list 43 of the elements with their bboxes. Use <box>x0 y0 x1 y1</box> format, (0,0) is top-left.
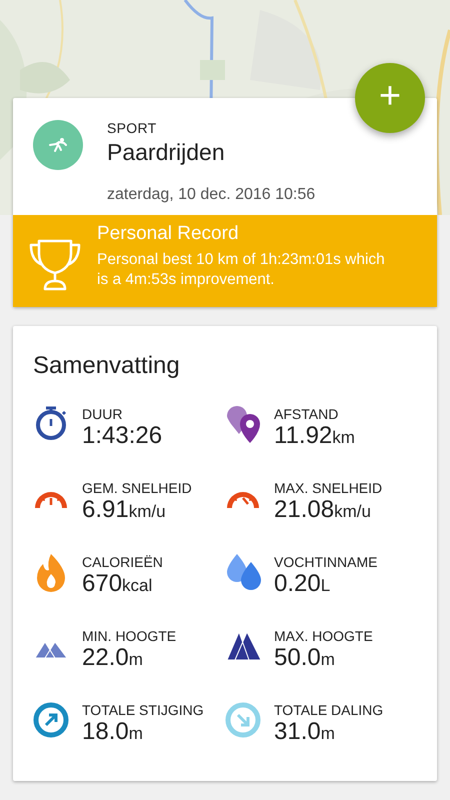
stat-value: 11.92 <box>274 422 332 450</box>
summary-title: Samenvatting <box>33 351 181 381</box>
record-description: Personal best 10 km of 1h:23m:01s which is a 4m:53s improvement. <box>97 250 386 290</box>
stat-unit: m <box>320 724 335 744</box>
stat-unit: m <box>128 724 143 744</box>
activity-date: zaterdag, 10 dec. 2016 10:56 <box>107 184 316 205</box>
stat-value: 50.0 <box>274 644 321 672</box>
stat-value: 670 <box>82 570 122 598</box>
stat-label: VOCHTINNAME <box>274 554 378 571</box>
arrow-circle-icon <box>33 700 71 740</box>
stat-value: 0.20 <box>274 570 321 598</box>
stat-label: MAX. SNELHEID <box>274 480 382 497</box>
stat-unit: m <box>128 650 143 670</box>
stat-unit: km/u <box>334 502 371 522</box>
trophy-icon <box>29 237 81 293</box>
stat-value: 31.0 <box>274 718 321 746</box>
stat-unit: km <box>332 428 355 448</box>
stat-label: CALORIEËN <box>82 554 163 571</box>
stat-label: MAX. HOOGTE <box>274 628 373 645</box>
stat-value: 1:43:26 <box>82 422 162 450</box>
arrow-circle-icon <box>225 700 263 740</box>
stat-label: MIN. HOOGTE <box>82 628 176 645</box>
stat-value: 21.08 <box>274 496 334 524</box>
add-button[interactable]: + <box>355 63 425 133</box>
sport-name: Paardrijden <box>107 139 226 167</box>
stat-unit: m <box>320 650 335 670</box>
stat-label: DUUR <box>82 406 124 423</box>
stat-unit: L <box>320 576 330 596</box>
stat-label: GEM. SNELHEID <box>82 480 192 497</box>
map-pins-icon <box>225 404 263 444</box>
record-title: Personal Record <box>97 223 240 246</box>
mountains-icon <box>33 640 69 659</box>
stat-unit: km/u <box>128 502 166 522</box>
sport-icon <box>33 120 83 170</box>
stat-value: 22.0 <box>82 644 129 672</box>
water-drops-icon <box>225 552 263 592</box>
stat-label: AFSTAND <box>274 406 340 423</box>
stat-value: 6.91 <box>82 496 129 524</box>
stat-label: TOTALE DALING <box>274 702 384 719</box>
stat-label: TOTALE STIJGING <box>82 702 204 719</box>
category-label: SPORT <box>107 119 158 138</box>
stat-value: 18.0 <box>82 718 129 746</box>
stat-unit: kcal <box>122 576 152 596</box>
